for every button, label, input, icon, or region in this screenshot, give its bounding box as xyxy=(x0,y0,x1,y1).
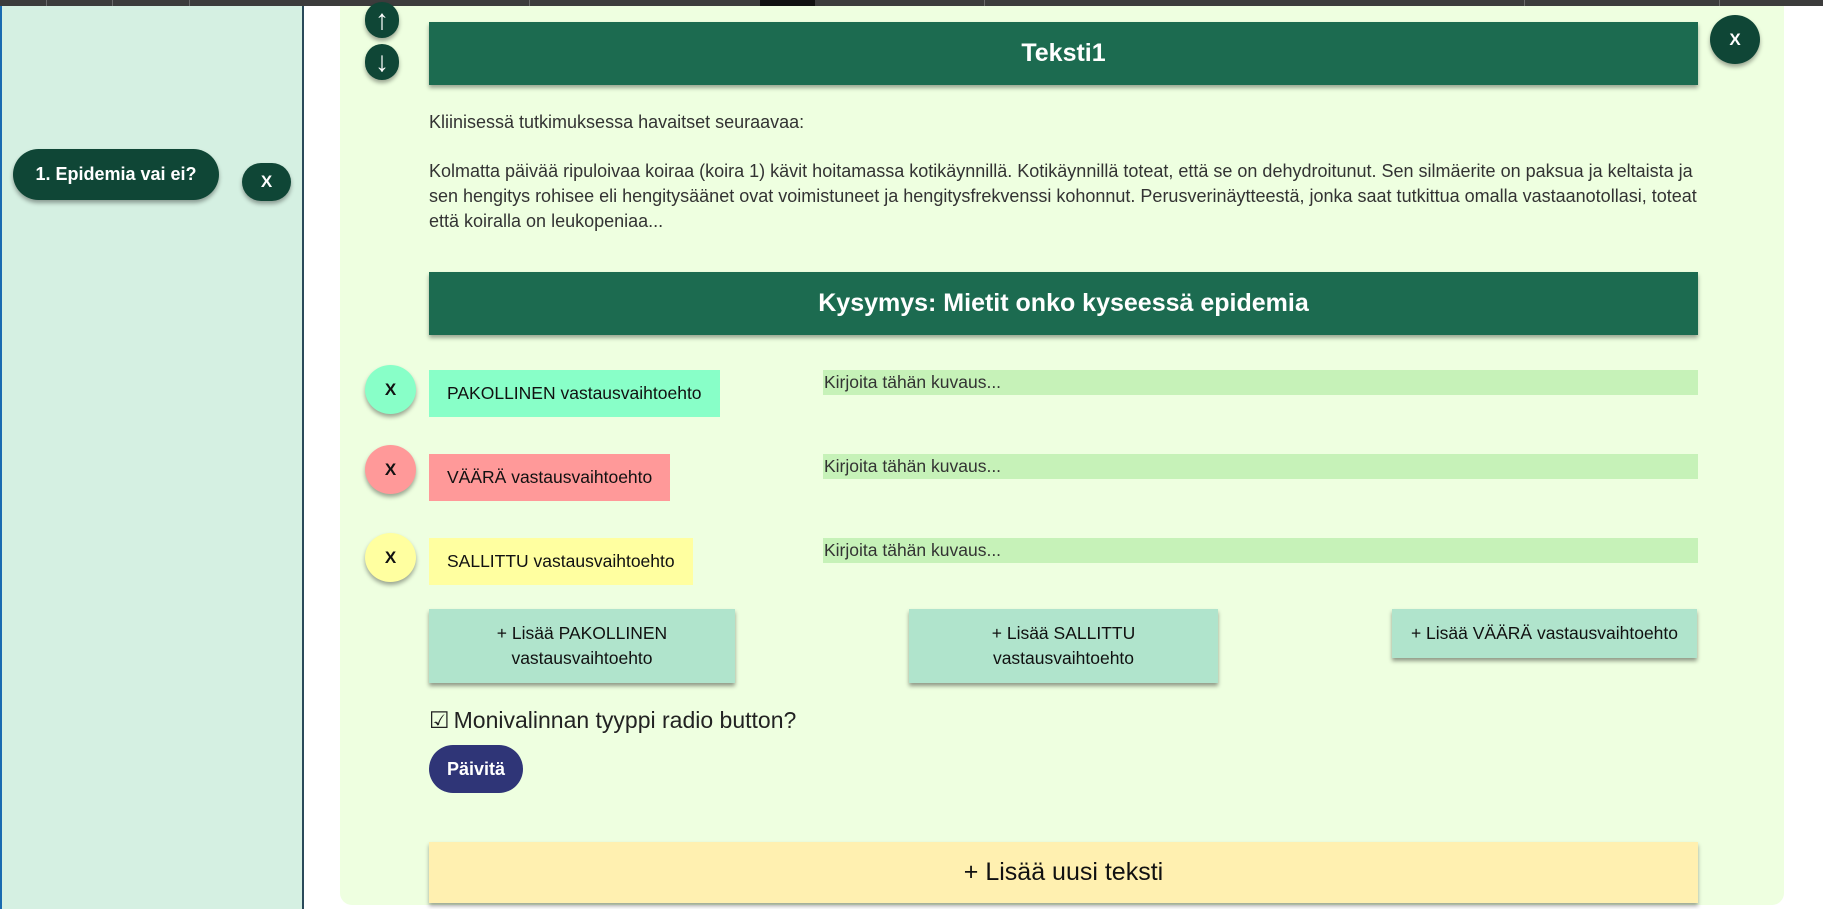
delete-block-button[interactable]: X xyxy=(1710,15,1760,64)
option-description-input[interactable] xyxy=(823,538,1698,563)
delete-scenario-button[interactable]: X xyxy=(242,163,291,201)
allowed-option-label[interactable]: SALLITTU vastausvaihtoehto xyxy=(429,538,693,585)
text-block-title: Teksti1 xyxy=(429,22,1698,85)
option-description-input[interactable] xyxy=(823,370,1698,395)
delete-option-button[interactable]: X xyxy=(365,533,416,582)
add-allowed-option-button[interactable]: + Lisää SALLITTU vastausvaihtoehto xyxy=(909,609,1218,683)
option-description-input[interactable] xyxy=(823,454,1698,479)
arrow-up-icon: ↑ xyxy=(375,4,389,35)
question-title: Kysymys: Mietit onko kyseessä epidemia xyxy=(429,272,1698,335)
radio-type-label: Monivalinnan tyyppi radio button? xyxy=(453,706,797,733)
delete-option-button[interactable]: X xyxy=(365,365,416,414)
update-button[interactable]: Päivitä xyxy=(429,745,523,793)
text-block-paragraph: Kliinisessä tutkimuksessa havaitset seur… xyxy=(429,112,805,132)
move-down-button[interactable]: ↓ xyxy=(365,44,399,80)
add-wrong-option-button[interactable]: + Lisää VÄÄRÄ vastausvaihtoehto xyxy=(1392,609,1697,658)
text-block-paragraph: Kolmatta päivää ripuloivaa koiraa (koira… xyxy=(429,161,1697,231)
checkbox-checked-icon[interactable]: ☑ xyxy=(429,707,450,734)
delete-option-button[interactable]: X xyxy=(365,445,416,494)
scenario-item-button[interactable]: 1. Epidemia vai ei? xyxy=(13,149,219,200)
move-up-button[interactable]: ↑ xyxy=(365,2,399,38)
add-new-text-button[interactable]: + Lisää uusi teksti xyxy=(429,842,1698,903)
wrong-option-label[interactable]: VÄÄRÄ vastausvaihtoehto xyxy=(429,454,671,501)
required-option-label[interactable]: PAKOLLINEN vastausvaihtoehto xyxy=(429,370,720,417)
add-required-option-button[interactable]: + Lisää PAKOLLINEN vastausvaihtoehto xyxy=(429,609,735,683)
scenario-sidebar xyxy=(0,6,304,909)
radio-type-toggle[interactable]: ☑ Monivalinnan tyyppi radio button? xyxy=(429,705,796,735)
arrow-down-icon: ↓ xyxy=(375,46,389,77)
